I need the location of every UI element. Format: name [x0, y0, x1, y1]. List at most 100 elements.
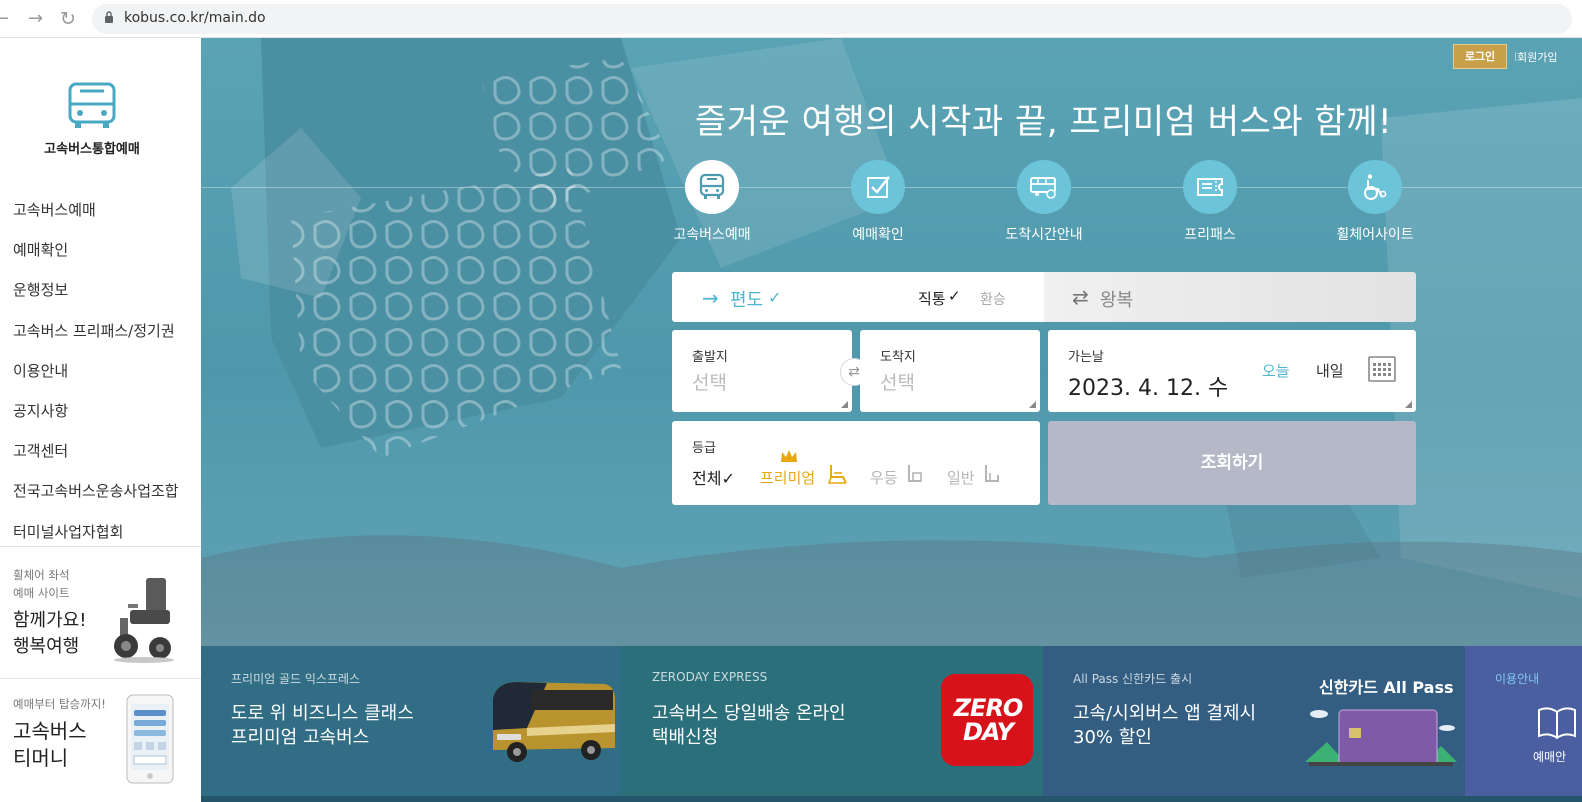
url-text: kobus.co.kr/main.do [124, 10, 266, 26]
menu-label: 도착시간안내 [1005, 227, 1083, 243]
grade-premium-option[interactable]: 프리미엄 [760, 467, 815, 488]
smartphone-image [126, 694, 174, 784]
banner-title-line1: 고속/시외버스 앱 결제시 [1073, 703, 1257, 724]
forward-icon[interactable]: → [28, 8, 43, 29]
side-menu-item[interactable]: 이용안내 [13, 359, 179, 399]
oneway-check-icon: ✓ [768, 288, 782, 307]
banner-title: 도로 위 비즈니스 클래스 프리미엄 고속버스 [231, 702, 414, 750]
banner-title: 고속버스 당일배송 온라인 택배신청 [652, 702, 846, 750]
grade-superior-option[interactable]: 우등 [870, 467, 898, 488]
corner-indicator [1029, 401, 1036, 408]
bus-logo-icon[interactable] [66, 80, 118, 130]
banner-title: 고속/시외버스 앱 결제시 30% 할인 [1073, 702, 1256, 750]
side-menu-item[interactable]: 고속버스 프리패스/정기권 [13, 319, 179, 359]
side-menu-item[interactable]: 전국고속버스운송사업조합 [13, 479, 179, 519]
wheelchair-promo-caption[interactable]: 휠체어 좌석 예매 사이트 [13, 566, 70, 602]
lock-icon [105, 11, 113, 23]
trip-type-bar: → 편도 ✓ 직통 ✓ 환승 ⇄ 왕복 [672, 272, 1416, 322]
oneway-tab[interactable]: → 편도 ✓ 직통 ✓ 환승 [672, 272, 1044, 322]
tmoney-promo-caption[interactable]: 예매부터 탑승까지! [13, 696, 106, 712]
bottom-strip [201, 796, 1582, 802]
departure-select[interactable]: 출발지 선택 [672, 330, 852, 412]
banner-title-line2: 택배신청 [652, 727, 719, 748]
menu-booking-check[interactable]: 예매확인 [818, 160, 938, 244]
check-icon [851, 160, 905, 214]
tmoney-promo-title1: 고속버스 [13, 719, 87, 743]
search-button[interactable]: 조회하기 [1048, 421, 1416, 505]
sidebar-divider [0, 678, 201, 679]
grade-label: 등급 [692, 441, 716, 456]
roundtrip-tab[interactable]: ⇄ 왕복 [1044, 272, 1416, 322]
join-link[interactable]: 회원가입 [1517, 49, 1557, 65]
zeroday-logo: ZERO DAY [941, 674, 1033, 766]
sidebar: 고속버스통합예매 고속버스예매 예매확인 운행정보 고속버스 프리패스/정기권 … [0, 38, 201, 802]
credit-card-image [1305, 709, 1457, 766]
side-menu-item[interactable]: 운행정보 [13, 278, 179, 318]
menu-label: 예매확인 [852, 227, 904, 243]
banner-zeroday[interactable]: ZERODAY EXPRESS 고속버스 당일배송 온라인 택배신청 ZERO … [622, 646, 1043, 796]
tmoney-promo-title[interactable]: 고속버스 티머니 [13, 718, 87, 772]
corner-indicator [1405, 401, 1412, 408]
hero-headline: 즐거운 여행의 시작과 끝, 프리미엄 버스와 함께! [695, 102, 1393, 142]
departure-label: 출발지 [692, 350, 728, 365]
direct-check-icon: ✓ [948, 287, 961, 305]
date-value: 2023. 4. 12. 수 [1068, 376, 1229, 401]
banner-guide[interactable]: 이용안내 예매안 [1465, 646, 1582, 796]
corner-indicator [841, 401, 848, 408]
wheelchair-promo-line1: 휠체어 좌석 [13, 568, 70, 582]
side-menu-item[interactable]: 고객센터 [13, 439, 179, 479]
ticket-icon [1183, 160, 1237, 214]
grade-all-option[interactable]: 전체✓ [692, 465, 735, 489]
side-menu-item[interactable]: 예매확인 [13, 238, 179, 278]
menu-wheelchair-site[interactable]: 휠체어사이트 [1315, 160, 1435, 244]
reload-icon[interactable]: ↻ [60, 8, 76, 30]
menu-freepass[interactable]: 프리패스 [1150, 160, 1270, 244]
banner-footer: 예매안 [1533, 750, 1567, 764]
side-menu-item[interactable]: 터미널사업자협회 [13, 520, 179, 560]
wheelchair-promo-title2: 행복여행 [13, 636, 80, 657]
menu-bus-booking[interactable]: 고속버스예매 [652, 160, 772, 244]
calendar-icon[interactable] [1368, 356, 1396, 382]
crown-icon [781, 450, 797, 462]
superior-seat-icon [908, 465, 922, 482]
grade-general-option[interactable]: 일반 [947, 467, 975, 488]
side-menu-item[interactable]: 공지사항 [13, 399, 179, 439]
banner-shinhan-allpass[interactable]: All Pass 신한카드 출시 고속/시외버스 앱 결제시 30% 할인 신한… [1043, 646, 1465, 796]
banner-title-line1: 도로 위 비즈니스 클래스 [231, 703, 414, 724]
wheelchair-promo-title1: 함께가요! [13, 610, 87, 631]
wheelchair-promo-title[interactable]: 함께가요! 행복여행 [13, 608, 86, 660]
menu-label: 휠체어사이트 [1336, 227, 1414, 243]
menu-arrival-time[interactable]: 도착시간안내 [984, 160, 1104, 244]
oneway-label: 편도 [730, 290, 764, 311]
direct-option[interactable]: 직통 [918, 288, 946, 309]
banner-caption: All Pass 신한카드 출시 [1073, 672, 1193, 686]
header-separator [1515, 52, 1516, 61]
banner-title-line2: 프리미엄 고속버스 [231, 727, 370, 748]
book-icon [1538, 707, 1576, 740]
tomorrow-button[interactable]: 내일 [1316, 360, 1344, 381]
grade-all-label: 전체 [692, 469, 722, 488]
departure-value: 선택 [692, 372, 727, 394]
address-bar[interactable] [92, 4, 1572, 34]
today-button[interactable]: 오늘 [1262, 360, 1290, 381]
banner-title-line1: 고속버스 당일배송 온라인 [652, 703, 846, 724]
arrival-select[interactable]: 도착지 선택 [860, 330, 1040, 412]
general-seat-icon [985, 465, 999, 482]
premium-bus-image [493, 682, 615, 762]
back-icon[interactable]: ← [0, 8, 9, 29]
banner-premium-gold[interactable]: 프리미엄 골드 익스프레스 도로 위 비즈니스 클래스 프리미엄 고속버스 [201, 646, 622, 796]
menu-label: 고속버스예매 [673, 227, 751, 243]
date-picker[interactable]: 가는날 2023. 4. 12. 수 오늘 내일 [1048, 330, 1416, 412]
side-menu-item[interactable]: 고속버스예매 [13, 198, 179, 238]
right-arrow-icon: → [702, 286, 719, 310]
arrival-value: 선택 [880, 372, 915, 394]
logo-text[interactable]: 고속버스통합예매 [0, 138, 184, 157]
date-label: 가는날 [1068, 350, 1104, 365]
menu-label: 프리패스 [1184, 227, 1236, 243]
tmoney-promo-title2: 티머니 [13, 746, 69, 770]
login-button[interactable]: 로그인 [1453, 44, 1507, 69]
card-product-title: 신한카드 All Pass [1319, 678, 1454, 697]
hero-section: 로그인 회원가입 즐거운 여행의 시작과 끝, 프리미엄 버스와 함께! 고속버… [201, 38, 1582, 646]
arrival-bus-icon [1017, 160, 1071, 214]
transfer-option[interactable]: 환승 [980, 289, 1006, 309]
